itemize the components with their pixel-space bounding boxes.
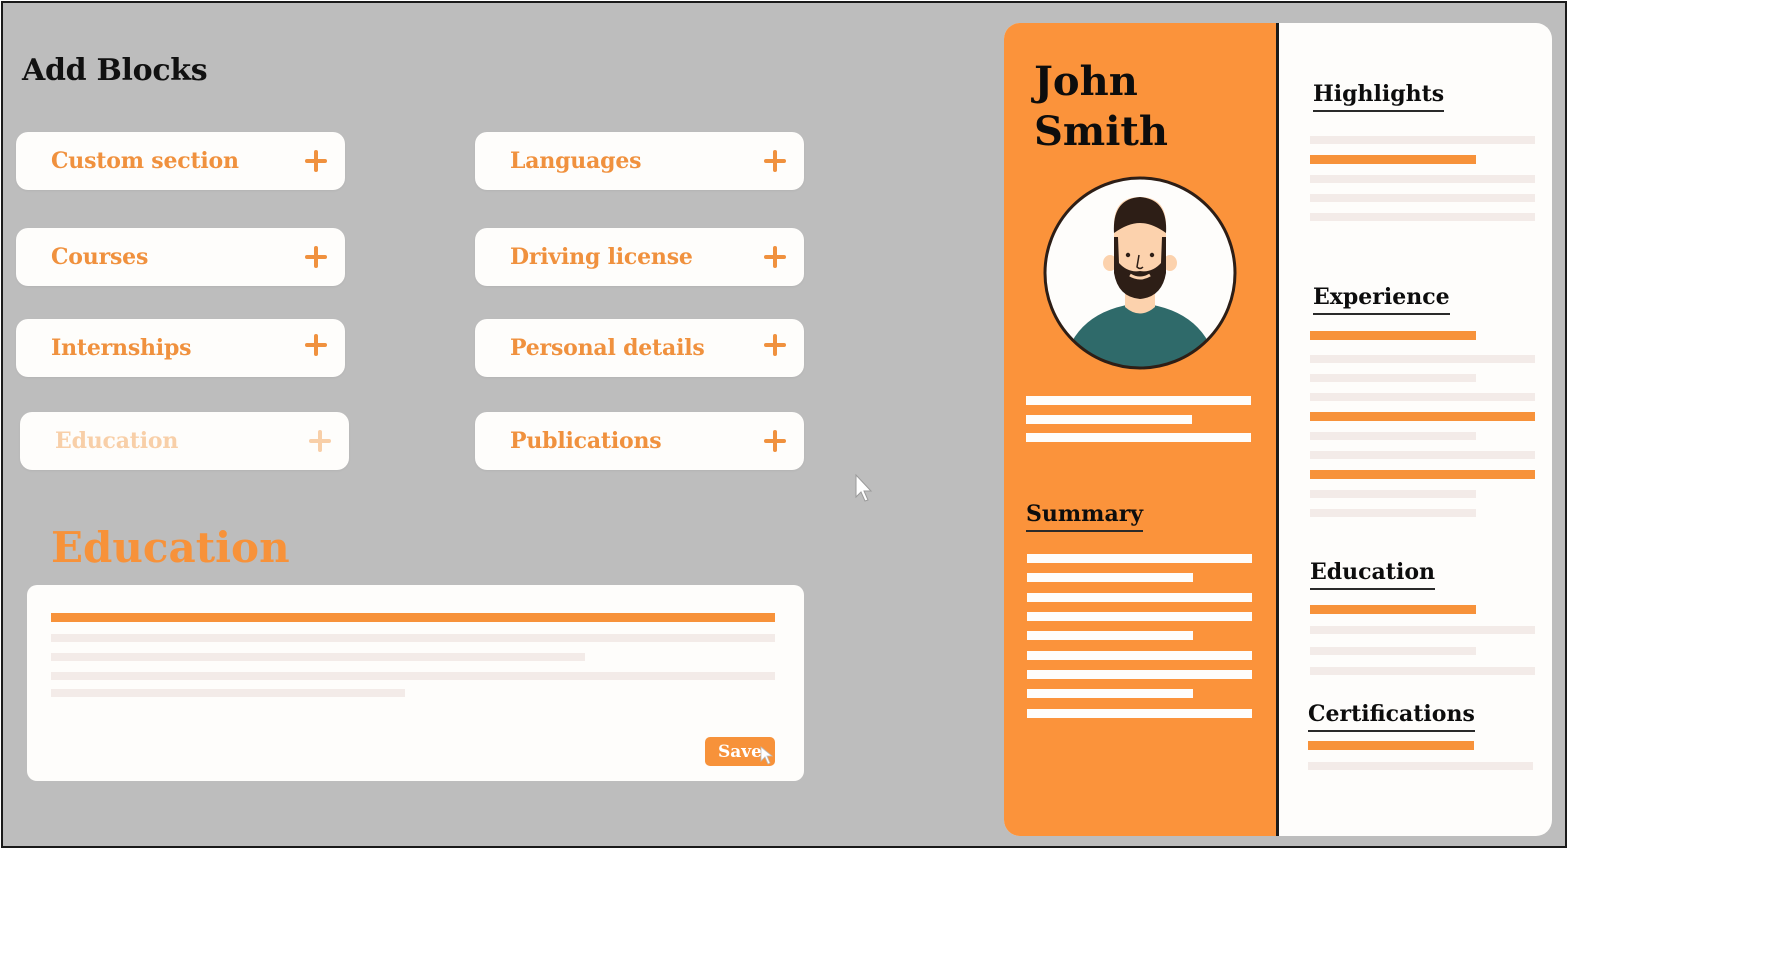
plus-icon[interactable] [305,150,327,172]
plus-icon [309,430,331,452]
block-label: Internships [51,335,192,361]
text-line-placeholder [1026,433,1251,442]
block-label: Education [55,428,179,454]
block-label: Driving license [510,244,693,270]
resume-education-title: Education [1310,559,1435,590]
text-line-placeholder [1310,451,1535,459]
block-label: Custom section [51,148,239,174]
text-line-placeholder [1310,509,1476,517]
text-line-placeholder [1310,213,1535,221]
hand-cursor-icon [760,746,774,765]
add-block-internships[interactable]: Internships [16,319,345,377]
add-block-custom-section[interactable]: Custom section [16,132,345,190]
text-line-placeholder [1310,490,1476,498]
text-line-placeholder [1027,573,1193,582]
add-block-education-disabled: Education [20,412,349,470]
text-line-placeholder [1308,762,1533,770]
text-line-placeholder [1310,331,1476,340]
text-line-placeholder [1027,631,1193,640]
resume-highlights-title: Highlights [1313,81,1445,112]
text-line-placeholder [1310,432,1476,440]
resume-certifications-title: Certifications [1308,701,1475,732]
text-line-placeholder [1310,136,1535,144]
text-line-placeholder [51,634,775,642]
text-line-placeholder [1026,396,1251,405]
add-block-courses[interactable]: Courses [16,228,345,286]
text-line-placeholder [51,672,775,680]
text-line-placeholder [1310,393,1535,401]
text-line-placeholder [1310,412,1535,421]
app-frame: Add Blocks Custom section Languages Cour… [1,1,1567,848]
resume-column-divider [1276,23,1279,836]
text-line-placeholder [1308,741,1474,750]
text-line-placeholder [1027,689,1193,698]
add-blocks-heading: Add Blocks [22,53,208,88]
resume-summary-title: Summary [1026,501,1144,532]
text-line-placeholder [1310,647,1476,655]
plus-icon[interactable] [764,246,786,268]
plus-icon[interactable] [764,430,786,452]
add-block-personal-details[interactable]: Personal details [475,319,804,377]
education-section-title: Education [51,523,290,572]
mouse-cursor-icon [855,473,873,502]
plus-icon[interactable] [764,333,786,356]
text-line-placeholder [1027,612,1252,621]
text-line-placeholder [1027,709,1252,718]
resume-experience-title: Experience [1313,284,1450,315]
block-label: Publications [510,428,662,454]
text-line-placeholder [1310,155,1476,164]
text-line-placeholder [1027,651,1252,660]
text-line-placeholder [1026,415,1192,424]
block-label: Languages [510,148,642,174]
block-label: Personal details [510,335,705,361]
plus-icon[interactable] [305,333,327,356]
block-label: Courses [51,244,149,270]
resume-name: John Smith [1034,57,1168,157]
avatar-icon [1043,176,1237,370]
text-line-placeholder [1310,605,1476,614]
plus-icon[interactable] [764,150,786,172]
text-line-placeholder [1027,593,1252,602]
text-line-placeholder [51,613,775,622]
text-line-placeholder [51,653,585,661]
add-block-publications[interactable]: Publications [475,412,804,470]
text-line-placeholder [1310,374,1476,382]
text-line-placeholder [1310,175,1535,183]
text-line-placeholder [1310,667,1535,675]
first-name: John [1034,58,1138,105]
resume-sidebar: John Smith Summary [1004,23,1276,836]
last-name: Smith [1034,108,1168,155]
text-line-placeholder [51,689,405,697]
text-line-placeholder [1310,194,1535,202]
text-line-placeholder [1310,626,1535,634]
plus-icon[interactable] [305,246,327,268]
text-line-placeholder [1310,470,1535,479]
add-block-languages[interactable]: Languages [475,132,804,190]
add-block-driving-license[interactable]: Driving license [475,228,804,286]
resume-preview: John Smith Summary Highlights Experience… [1004,23,1552,836]
text-line-placeholder [1310,355,1535,363]
text-line-placeholder [1027,554,1252,563]
education-editor-card[interactable]: Save [27,585,804,781]
text-line-placeholder [1027,670,1252,679]
